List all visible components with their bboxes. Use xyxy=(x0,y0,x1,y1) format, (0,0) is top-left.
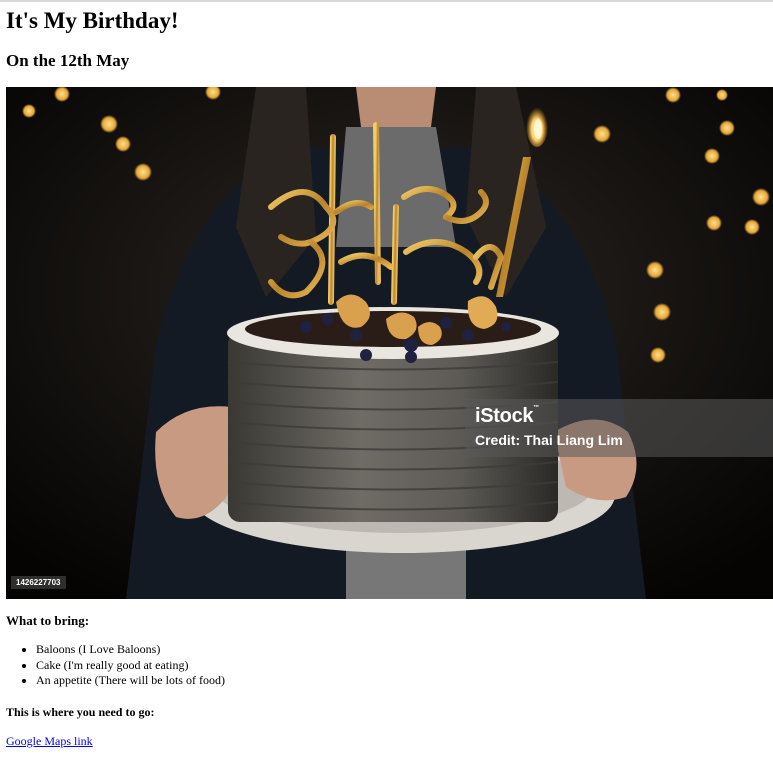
birthday-cake-photo: iStock™ Credit: Thai Liang Lim 142622770… xyxy=(6,87,773,599)
image-id-label: 1426227703 xyxy=(11,576,66,589)
istock-watermark: iStock™ Credit: Thai Liang Lim xyxy=(465,399,773,457)
list-item: Baloons (I Love Baloons) xyxy=(36,642,225,658)
photo-credit: Credit: Thai Liang Lim xyxy=(475,432,623,448)
page-subtitle: On the 12th May xyxy=(6,51,130,70)
browser-top-border xyxy=(0,0,773,2)
page-title: It's My Birthday! xyxy=(6,8,179,33)
cake-illustration xyxy=(6,87,773,599)
list-item: Cake (I'm really good at eating) xyxy=(36,658,225,674)
google-maps-link[interactable]: Google Maps link xyxy=(6,734,93,749)
directions-heading: This is where you need to go: xyxy=(6,705,155,719)
istock-logo: iStock™ xyxy=(475,405,539,427)
bring-heading: What to bring: xyxy=(6,613,90,628)
bring-list: Baloons (I Love Baloons) Cake (I'm reall… xyxy=(6,642,225,689)
list-item: An appetite (There will be lots of food) xyxy=(36,673,225,689)
